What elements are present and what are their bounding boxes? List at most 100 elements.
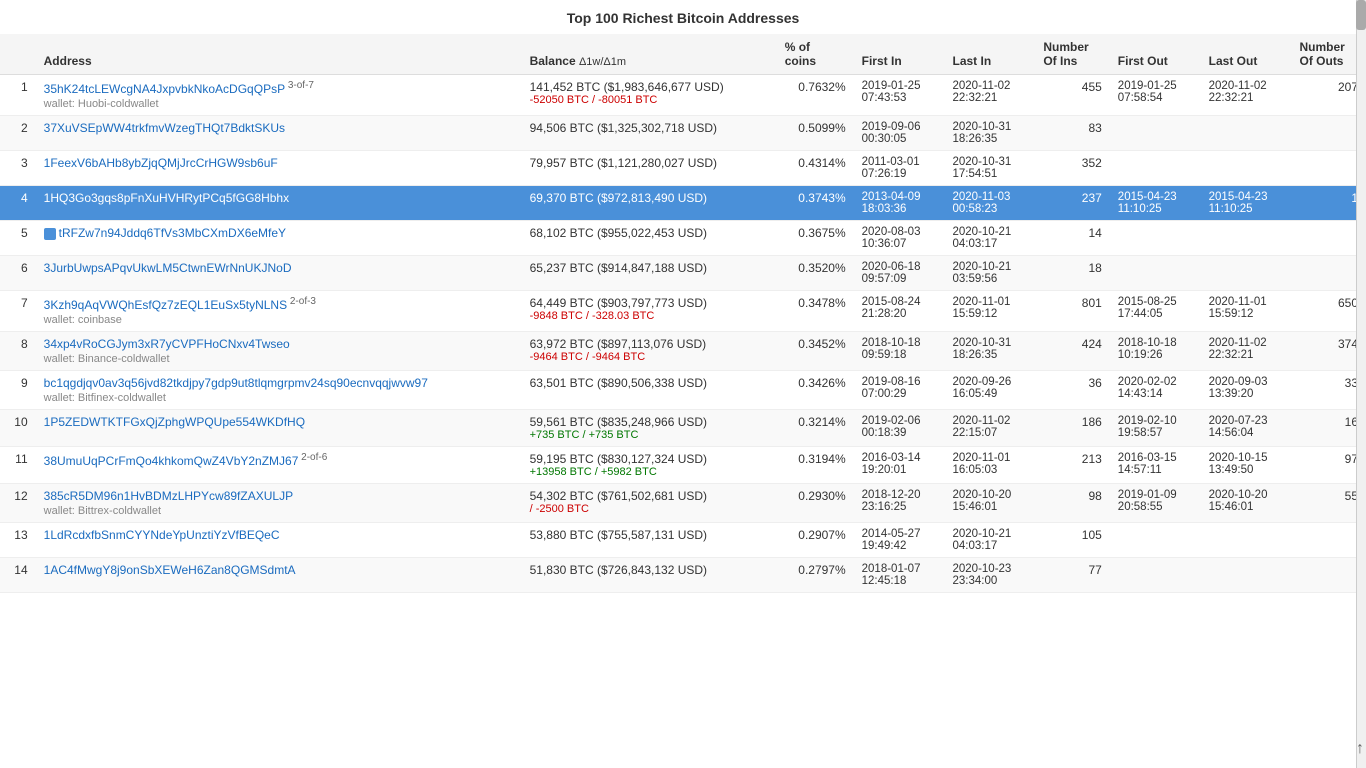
first-out-cell: 2019-02-10 19:58:57 (1110, 410, 1201, 447)
num-ins-cell: 98 (1035, 484, 1109, 523)
col-address: Address (36, 34, 522, 75)
last-in-cell: 2020-10-31 18:26:35 (944, 116, 1035, 151)
address-cell: 3Kzh9qAqVWQhEsfQz7zEQL1EuSx5tyNLNS 2-of-… (36, 291, 522, 332)
address-link[interactable]: 1LdRcdxfbSnmCYYNdeYpUnztiYzVfBEQeC (44, 528, 280, 542)
table-row: 5tRFZw7n94Jddq6TfVs3MbCXmDX6eMfeY68,102 … (0, 221, 1366, 256)
rank-cell: 9 (0, 371, 36, 410)
address-link[interactable]: 37XuVSEpWW4trkfmvWzegTHQt7BdktSKUs (44, 121, 285, 135)
first-out-cell: 2018-10-18 10:19:26 (1110, 332, 1201, 371)
address-cell: 34xp4vRoCGJym3xR7yCVPFHoCNxv4Twseowallet… (36, 332, 522, 371)
first-out-cell: 2019-01-09 20:58:55 (1110, 484, 1201, 523)
wallet-label: wallet: Bittrex-coldwallet (44, 505, 514, 517)
num-ins-cell: 455 (1035, 75, 1109, 116)
balance-cell: 54,302 BTC ($761,502,681 USD)/ -2500 BTC (522, 484, 777, 523)
last-in-cell: 2020-11-03 00:58:23 (944, 186, 1035, 221)
address-suffix: 2-of-6 (298, 452, 327, 463)
balance-value: 59,195 BTC ($830,127,324 USD) (530, 452, 769, 466)
percent-cell: 0.2907% (777, 523, 854, 558)
first-out-cell (1110, 256, 1201, 291)
first-out-cell (1110, 116, 1201, 151)
num-outs-cell: 16 (1291, 410, 1366, 447)
address-link[interactable]: 35hK24tcLEWcgNA4JxpvbkNkoAcDGqQPsP 3-of-… (44, 82, 314, 96)
wallet-label: wallet: coinbase (44, 314, 514, 326)
scrollbar[interactable]: ↑ (1356, 0, 1366, 768)
rank-cell: 4 (0, 186, 36, 221)
address-suffix: 3-of-7 (285, 80, 314, 91)
table-row: 141AC4fMwgY8j9onSbXEWeH6Zan8QGMSdmtA51,8… (0, 558, 1366, 593)
num-ins-cell: 105 (1035, 523, 1109, 558)
balance-change: / -2500 BTC (530, 503, 769, 515)
last-in-cell: 2020-10-21 04:03:17 (944, 221, 1035, 256)
num-outs-cell: 207 (1291, 75, 1366, 116)
percent-cell: 0.2797% (777, 558, 854, 593)
percent-cell: 0.3452% (777, 332, 854, 371)
num-outs-cell (1291, 523, 1366, 558)
first-in-cell: 2019-08-16 07:00:29 (854, 371, 945, 410)
balance-change: -52050 BTC / -80051 BTC (530, 94, 769, 106)
table-header-row: Address Balance Δ1w/Δ1m % ofcoins First … (0, 34, 1366, 75)
col-rank (0, 34, 36, 75)
num-outs-cell: 55 (1291, 484, 1366, 523)
last-in-cell: 2020-11-01 16:05:03 (944, 447, 1035, 484)
balance-value: 63,972 BTC ($897,113,076 USD) (530, 337, 769, 351)
num-outs-cell: 374 (1291, 332, 1366, 371)
address-cell: 385cR5DM96n1HvBDMzLHPYcw89fZAXULJP wallet… (36, 484, 522, 523)
percent-cell: 0.3520% (777, 256, 854, 291)
first-in-cell: 2013-04-09 18:03:36 (854, 186, 945, 221)
address-link[interactable]: 1P5ZEDWTKTFGxQjZphgWPQUpe554WKDfHQ (44, 415, 305, 429)
percent-cell: 0.2930% (777, 484, 854, 523)
balance-cell: 141,452 BTC ($1,983,646,677 USD)-52050 B… (522, 75, 777, 116)
address-link[interactable]: 38UmuUqPCrFmQo4khkomQwZ4VbY2nZMJ67 2-of-… (44, 454, 328, 468)
address-link[interactable]: 1HQ3Go3gqs8pFnXuHVHRytPCq5fGG8Hbhx (44, 191, 289, 205)
col-last-out: Last Out (1201, 34, 1292, 75)
wallet-label: wallet: Huobi-coldwallet (44, 98, 514, 110)
percent-cell: 0.7632% (777, 75, 854, 116)
address-cell: tRFZw7n94Jddq6TfVs3MbCXmDX6eMfeY (36, 221, 522, 256)
num-ins-cell: 237 (1035, 186, 1109, 221)
richest-addresses-table: Address Balance Δ1w/Δ1m % ofcoins First … (0, 34, 1366, 593)
address-link[interactable]: 3JurbUwpsAPqvUkwLM5CtwnEWrNnUKJNoD (44, 261, 292, 275)
address-link[interactable]: tRFZw7n94Jddq6TfVs3MbCXmDX6eMfeY (44, 226, 286, 240)
last-out-cell: 2020-11-02 22:32:21 (1201, 75, 1292, 116)
address-link[interactable]: 1AC4fMwgY8j9onSbXEWeH6Zan8QGMSdmtA (44, 563, 296, 577)
num-ins-cell: 424 (1035, 332, 1109, 371)
address-link[interactable]: 34xp4vRoCGJym3xR7yCVPFHoCNxv4Twseo (44, 337, 290, 351)
num-outs-cell (1291, 256, 1366, 291)
balance-value: 51,830 BTC ($726,843,132 USD) (530, 563, 769, 577)
last-in-cell: 2020-11-02 22:15:07 (944, 410, 1035, 447)
balance-change: -9464 BTC / -9464 BTC (530, 351, 769, 363)
address-cell: bc1qgdjqv0av3q56jvd82tkdjpy7gdp9ut8tlqmg… (36, 371, 522, 410)
balance-value: 64,449 BTC ($903,797,773 USD) (530, 296, 769, 310)
percent-cell: 0.3478% (777, 291, 854, 332)
first-in-cell: 2019-01-25 07:43:53 (854, 75, 945, 116)
address-link[interactable]: 1FeexV6bAHb8ybZjqQMjJrcCrHGW9sb6uF (44, 156, 278, 170)
scrollbar-thumb[interactable] (1356, 0, 1366, 30)
last-out-cell (1201, 221, 1292, 256)
balance-cell: 51,830 BTC ($726,843,132 USD) (522, 558, 777, 593)
first-in-cell: 2018-01-07 12:45:18 (854, 558, 945, 593)
col-last-in: Last In (944, 34, 1035, 75)
first-out-cell: 2015-04-23 11:10:25 (1110, 186, 1201, 221)
address-link[interactable]: 385cR5DM96n1HvBDMzLHPYcw89fZAXULJP (44, 489, 293, 503)
num-ins-cell: 83 (1035, 116, 1109, 151)
col-first-in: First In (854, 34, 945, 75)
last-out-cell (1201, 256, 1292, 291)
rank-cell: 12 (0, 484, 36, 523)
table-row: 131LdRcdxfbSnmCYYNdeYpUnztiYzVfBEQeC53,8… (0, 523, 1366, 558)
balance-cell: 59,195 BTC ($830,127,324 USD)+13958 BTC … (522, 447, 777, 484)
balance-value: 53,880 BTC ($755,587,131 USD) (530, 528, 769, 542)
scroll-up-arrow[interactable]: ↑ (1356, 740, 1364, 758)
rank-cell: 1 (0, 75, 36, 116)
address-link[interactable]: 3Kzh9qAqVWQhEsfQz7zEQL1EuSx5tyNLNS 2-of-… (44, 298, 316, 312)
first-out-cell: 2020-02-02 14:43:14 (1110, 371, 1201, 410)
table-row: 31FeexV6bAHb8ybZjqQMjJrcCrHGW9sb6uF79,95… (0, 151, 1366, 186)
balance-cell: 69,370 BTC ($972,813,490 USD) (522, 186, 777, 221)
percent-cell: 0.3194% (777, 447, 854, 484)
table-row: 101P5ZEDWTKTFGxQjZphgWPQUpe554WKDfHQ59,5… (0, 410, 1366, 447)
first-in-cell: 2020-06-18 09:57:09 (854, 256, 945, 291)
first-in-cell: 2018-10-18 09:59:18 (854, 332, 945, 371)
table-row: 237XuVSEpWW4trkfmvWzegTHQt7BdktSKUs94,50… (0, 116, 1366, 151)
last-out-cell: 2020-10-15 13:49:50 (1201, 447, 1292, 484)
address-link[interactable]: bc1qgdjqv0av3q56jvd82tkdjpy7gdp9ut8tlqmg… (44, 376, 428, 390)
table-row: 1 35hK24tcLEWcgNA4JxpvbkNkoAcDGqQPsP 3-of… (0, 75, 1366, 116)
